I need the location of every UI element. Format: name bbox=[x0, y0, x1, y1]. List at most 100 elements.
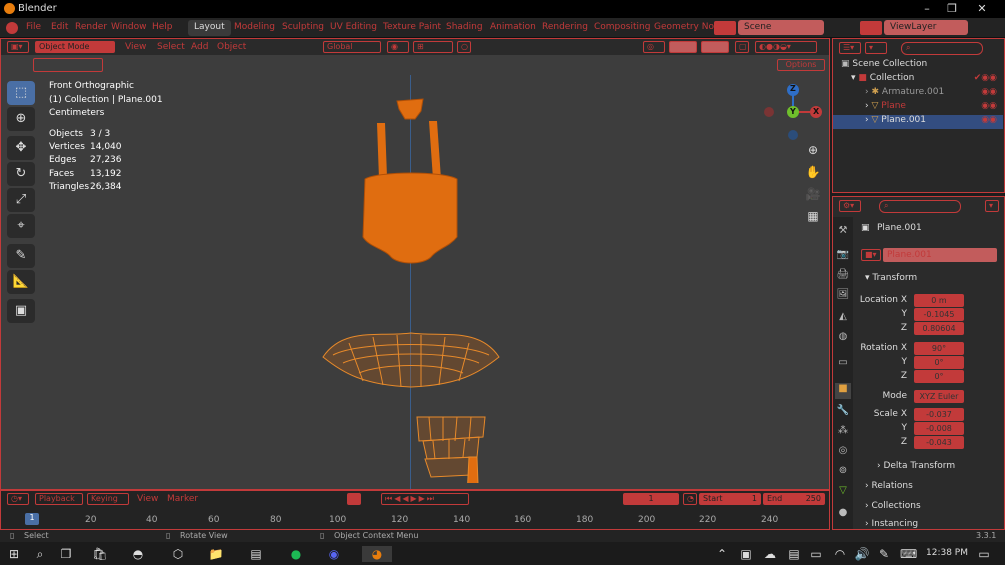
transform-tool-icon[interactable]: ⌖ bbox=[7, 214, 35, 238]
cursor-tool-icon[interactable]: ⊕ bbox=[7, 107, 35, 131]
menu-select[interactable]: Select bbox=[157, 42, 185, 52]
object-data-icon[interactable]: ■▾ bbox=[861, 249, 881, 261]
transform-panel-header[interactable]: ▾ Transform bbox=[865, 273, 917, 283]
menu-add[interactable]: Add bbox=[191, 42, 208, 52]
transform-orientation-dropdown[interactable]: Global bbox=[323, 41, 381, 53]
render-tab-icon[interactable]: 📷 bbox=[835, 249, 851, 265]
mesh-plane-top[interactable] bbox=[396, 98, 424, 120]
overlay-toggle-icon[interactable] bbox=[701, 41, 729, 53]
object-name-field[interactable]: Plane.001 bbox=[883, 248, 997, 262]
proportional-edit-icon[interactable]: ○ bbox=[457, 41, 471, 53]
blender-menu-icon[interactable] bbox=[6, 22, 18, 34]
scale-y-field[interactable]: -0.008 bbox=[914, 422, 964, 435]
gizmo-neg-x[interactable] bbox=[764, 107, 774, 117]
wifi-icon[interactable]: ◠ bbox=[832, 546, 848, 562]
timeline-view-menu[interactable]: View bbox=[137, 494, 158, 504]
annotate-tool-icon[interactable]: ✎ bbox=[7, 244, 35, 268]
visibility-eye-icon[interactable]: ◉◉ bbox=[981, 101, 997, 111]
expand-arrow-icon[interactable]: › bbox=[865, 87, 869, 97]
playback-controls-icons[interactable]: ⏮◀◀▶▶⏭ bbox=[381, 493, 469, 505]
discord-icon[interactable]: ◉ bbox=[326, 546, 342, 562]
constraints-tab-icon[interactable]: ⊚ bbox=[835, 465, 851, 481]
timeline-editor-type-icon[interactable]: ◷▾ bbox=[7, 493, 29, 505]
menu-render[interactable]: Render bbox=[75, 22, 107, 32]
menu-edit[interactable]: Edit bbox=[51, 22, 68, 32]
zoom-icon[interactable]: ⊕ bbox=[804, 143, 822, 161]
output-tab-icon[interactable]: 🖨 bbox=[835, 269, 851, 285]
select-box-tool-icon[interactable]: ⬚ bbox=[7, 81, 35, 105]
add-cube-tool-icon[interactable]: ▣ bbox=[7, 299, 35, 323]
mesh-skirt-wireframe[interactable] bbox=[322, 332, 500, 388]
rotation-x-field[interactable]: 90° bbox=[914, 342, 964, 355]
editor-type-icon[interactable]: ▣▾ bbox=[7, 41, 29, 53]
location-x-field[interactable]: 0 m bbox=[914, 294, 964, 307]
tab-sculpting[interactable]: Sculpting bbox=[276, 20, 330, 36]
store-icon[interactable]: 🛍 bbox=[92, 546, 108, 562]
location-y-field[interactable]: -0.1045 bbox=[914, 308, 964, 321]
rotation-z-field[interactable]: 0° bbox=[914, 370, 964, 383]
outliner-armature[interactable]: › ✱ Armature.001 ◉◉ bbox=[833, 87, 1003, 101]
view-layer-icon[interactable] bbox=[860, 21, 882, 35]
tab-animation[interactable]: Animation bbox=[484, 20, 542, 36]
tab-uv-editing[interactable]: UV Editing bbox=[324, 20, 383, 36]
visibility-eye-icon[interactable]: ◉◉ bbox=[981, 115, 997, 125]
playhead-frame[interactable]: 1 bbox=[25, 513, 39, 525]
shading-mode-icons[interactable]: ◐●◑◒▾ bbox=[755, 41, 817, 53]
expand-arrow-icon[interactable]: ▾ bbox=[851, 73, 856, 83]
properties-options-icon[interactable]: ▾ bbox=[985, 200, 999, 212]
delta-transform-panel[interactable]: › Delta Transform bbox=[877, 461, 955, 471]
properties-search-input[interactable]: ⌕ bbox=[879, 200, 961, 213]
selection-mode-buttons[interactable] bbox=[33, 58, 103, 72]
relations-panel[interactable]: › Relations bbox=[865, 481, 913, 491]
timeline-marker-menu[interactable]: Marker bbox=[167, 494, 198, 504]
clock-time[interactable]: 12:38 PM bbox=[926, 548, 968, 558]
gizmo-toggle-icon[interactable] bbox=[669, 41, 697, 53]
rotation-mode-dropdown[interactable]: XYZ Euler bbox=[914, 390, 964, 403]
expand-arrow-icon[interactable]: › bbox=[865, 101, 869, 111]
properties-editor[interactable]: ⚙▾ ⌕ ▾ ⚒ 📷 🖨 🖼 ◭ ◍ ▭ ■ 🔧 ⁂ ◎ ⊚ ▽ ● ▣ Pla… bbox=[832, 196, 1005, 530]
outliner-search-input[interactable]: ⌕ bbox=[901, 42, 983, 55]
mode-dropdown[interactable]: Object Mode bbox=[35, 41, 115, 53]
tool-tab-icon[interactable]: ⚒ bbox=[835, 225, 851, 241]
collections-panel[interactable]: › Collections bbox=[865, 501, 921, 511]
mesh-bottom-wireframe[interactable] bbox=[416, 416, 486, 483]
outliner-filter-icon[interactable]: ▾ bbox=[865, 42, 887, 54]
playback-dropdown[interactable]: Playback bbox=[35, 493, 83, 505]
spotify-icon[interactable]: ● bbox=[288, 546, 304, 562]
scene-name-field[interactable]: Scene bbox=[738, 20, 824, 35]
menu-view[interactable]: View bbox=[125, 42, 146, 52]
mesh-strap-left[interactable] bbox=[377, 123, 387, 179]
data-tab-icon[interactable]: ▽ bbox=[835, 485, 851, 501]
tray-app-icon[interactable]: ▣ bbox=[738, 546, 754, 562]
tab-texture-paint[interactable]: Texture Paint bbox=[377, 20, 447, 36]
keying-dropdown[interactable]: Keying bbox=[87, 493, 129, 505]
move-tool-icon[interactable]: ✥ bbox=[7, 136, 35, 160]
visibility-icon[interactable]: ◎ bbox=[643, 41, 665, 53]
visibility-eye-icon[interactable]: ◉◉ bbox=[981, 87, 997, 97]
blender-taskbar-icon[interactable]: ◕ bbox=[362, 546, 392, 562]
tray-app-icon[interactable]: ▤ bbox=[786, 546, 802, 562]
physics-tab-icon[interactable]: ◎ bbox=[835, 445, 851, 461]
tab-compositing[interactable]: Compositing bbox=[588, 20, 656, 36]
task-view-icon[interactable]: ❐ bbox=[58, 546, 74, 562]
tray-chevron-icon[interactable]: ⌃ bbox=[714, 546, 730, 562]
keyboard-icon[interactable]: ⌨ bbox=[900, 546, 917, 562]
mesh-top-body[interactable] bbox=[362, 172, 458, 264]
current-frame-field[interactable]: 1 bbox=[623, 493, 679, 505]
end-frame-field[interactable]: End 250 bbox=[763, 493, 825, 505]
tab-rendering[interactable]: Rendering bbox=[536, 20, 594, 36]
scale-z-field[interactable]: -0.043 bbox=[914, 436, 964, 449]
minimize-icon[interactable]: – bbox=[920, 2, 934, 16]
edge-browser-icon[interactable]: ◓ bbox=[130, 546, 146, 562]
search-icon[interactable]: ⌕ bbox=[32, 546, 48, 562]
outliner-editor-type-icon[interactable]: ☰▾ bbox=[839, 42, 861, 54]
outliner-collection[interactable]: ▾ ■ Collection ✔◉◉ bbox=[833, 73, 1003, 87]
perspective-grid-icon[interactable]: ▦ bbox=[804, 209, 822, 227]
cloud-icon[interactable]: ☁ bbox=[762, 546, 778, 562]
menu-object[interactable]: Object bbox=[217, 42, 246, 52]
outliner-plane-001[interactable]: › ▽ Plane.001 ◉◉ bbox=[833, 115, 1003, 129]
unity-icon[interactable]: ⬡ bbox=[170, 546, 186, 562]
snap-icon[interactable]: ⊞ bbox=[413, 41, 453, 53]
view-layer-field[interactable]: ViewLayer bbox=[884, 20, 968, 35]
measure-tool-icon[interactable]: 📐 bbox=[7, 270, 35, 294]
